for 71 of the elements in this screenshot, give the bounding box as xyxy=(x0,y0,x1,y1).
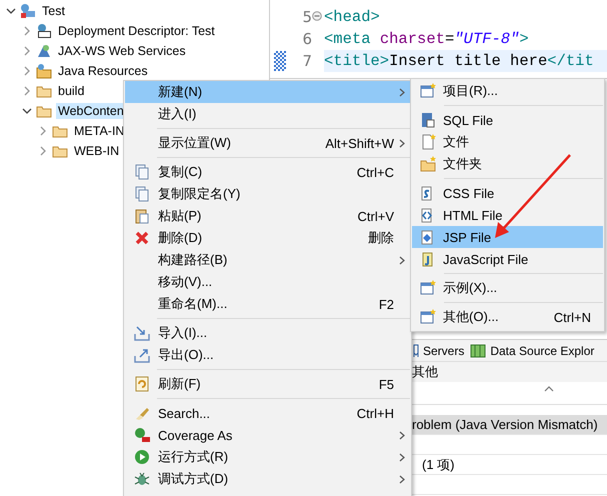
tree-item[interactable]: Deployment Descriptor: Test xyxy=(56,23,217,39)
panel-tab[interactable]: Servers xyxy=(413,344,464,358)
tree-item[interactable]: Test xyxy=(40,3,67,19)
menu-item[interactable]: 项目(R)... xyxy=(412,80,603,102)
collapse-chevron-icon[interactable] xyxy=(6,6,16,16)
menu-item[interactable]: 导入(I)... xyxy=(125,322,410,344)
line-number: 5 xyxy=(301,8,312,26)
menu-item[interactable]: JavaScript File xyxy=(412,248,603,270)
jsp-file-icon xyxy=(420,229,436,245)
sql-file-icon xyxy=(420,112,436,128)
project-icon xyxy=(20,3,36,19)
web-services-icon xyxy=(36,43,52,59)
copy-icon xyxy=(134,164,150,180)
menu-item[interactable]: 重命名(M)... F2 xyxy=(125,293,410,315)
menu-item[interactable]: 进入(I) xyxy=(125,103,410,125)
expand-chevron-icon[interactable] xyxy=(38,146,48,156)
folder-icon xyxy=(420,156,436,172)
delete-icon xyxy=(134,230,150,246)
paste-icon xyxy=(134,208,150,224)
menu-item[interactable]: 其他(O)... Ctrl+N xyxy=(412,306,603,328)
tree-item[interactable]: build xyxy=(56,83,86,99)
collapse-chevron-icon[interactable] xyxy=(22,106,32,116)
expand-chevron-icon[interactable] xyxy=(38,126,48,136)
new-window-icon xyxy=(420,309,436,325)
new-window-icon xyxy=(420,83,436,99)
copy-icon xyxy=(134,186,150,202)
descriptor-icon xyxy=(36,23,52,39)
tree-item[interactable]: META-IN xyxy=(72,123,126,139)
expand-chevron-icon[interactable] xyxy=(22,66,32,76)
menu-item[interactable]: JSP File xyxy=(412,226,603,248)
export-icon xyxy=(134,347,150,363)
file-icon xyxy=(420,134,436,150)
menu-item[interactable]: 构建路径(B) xyxy=(125,249,410,271)
new-window-icon xyxy=(420,280,436,296)
line-number: 7 xyxy=(301,52,312,70)
line-number: 6 xyxy=(301,30,312,48)
menu-item[interactable]: HTML File xyxy=(412,204,603,226)
menu-item[interactable]: 复制(C) Ctrl+C xyxy=(125,161,410,183)
tree-item[interactable]: JAX-WS Web Services xyxy=(56,43,188,59)
database-map-icon xyxy=(470,342,486,358)
expand-chevron-icon[interactable] xyxy=(22,86,32,96)
code-line: <meta charset="UTF-8"> xyxy=(324,29,530,50)
bug-icon xyxy=(134,471,150,487)
fold-toggle-icon[interactable] xyxy=(312,11,322,21)
menu-item[interactable]: 文件 xyxy=(412,131,603,153)
expand-chevron-icon[interactable] xyxy=(22,26,32,36)
code-line: <head> xyxy=(324,7,381,28)
menu-item[interactable]: 粘贴(P) Ctrl+V xyxy=(125,205,410,227)
menu-item[interactable]: 示例(X)... xyxy=(412,277,603,299)
coverage-icon xyxy=(134,427,150,443)
menu-item[interactable]: 文件夹 xyxy=(412,153,603,175)
menu-item[interactable]: 移动(V)... xyxy=(125,271,410,293)
tree-item[interactable]: WEB-IN xyxy=(72,143,122,159)
panel-tab[interactable]: Data Source Explor xyxy=(470,342,594,358)
search-icon xyxy=(134,405,150,421)
run-icon xyxy=(134,449,150,465)
menu-item[interactable]: SQL File xyxy=(412,109,603,131)
tree-item[interactable]: Java Resources xyxy=(56,63,150,79)
refresh-icon xyxy=(134,376,150,392)
java-resources-icon xyxy=(36,63,52,79)
menu-item[interactable]: 新建(N) xyxy=(125,81,410,103)
menu-item[interactable]: CSS File xyxy=(412,182,603,204)
expand-chevron-icon[interactable] xyxy=(22,46,32,56)
javascript-file-icon xyxy=(420,251,436,267)
tree-item[interactable]: WebConten xyxy=(56,103,126,119)
menu-item[interactable]: 复制限定名(Y) xyxy=(125,183,410,205)
menu-item[interactable]: 删除(D) 删除 xyxy=(125,227,410,249)
import-icon xyxy=(134,325,150,341)
server-icon xyxy=(413,344,419,358)
menu-item[interactable]: 显示位置(W) Alt+Shift+W xyxy=(125,132,410,154)
sort-caret-icon xyxy=(544,386,554,392)
